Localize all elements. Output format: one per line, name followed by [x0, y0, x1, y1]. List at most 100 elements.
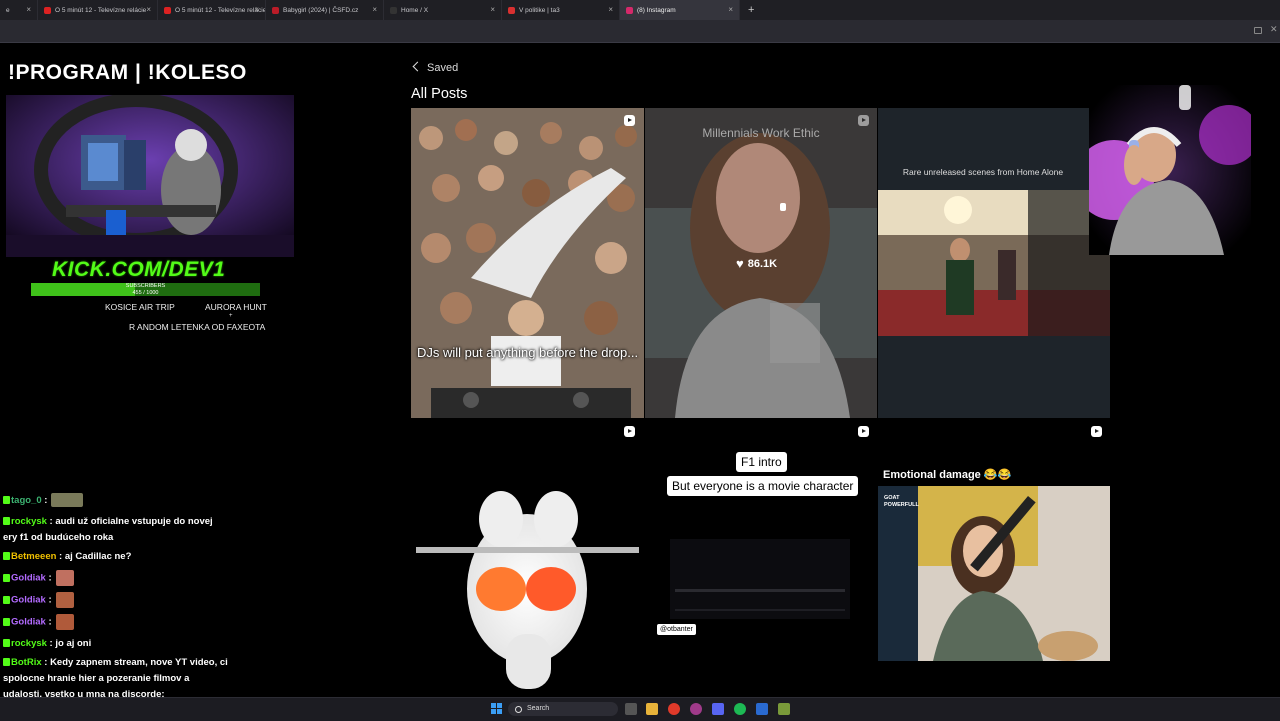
tab-close-icon[interactable]: ×: [372, 0, 377, 20]
reel-icon: [858, 115, 869, 126]
browser-tab[interactable]: e ×: [0, 0, 38, 20]
reel-icon: [1091, 426, 1102, 437]
post-dj-crowd[interactable]: DJs will put anything before the drop...: [411, 108, 644, 418]
app-icon-2[interactable]: [778, 703, 790, 715]
chat-message: rockysk : audi už oficialne vstupuje do …: [3, 514, 228, 546]
task-view-icon[interactable]: [625, 703, 637, 715]
chat-username[interactable]: rockysk: [11, 638, 47, 649]
tab-close-icon[interactable]: ×: [728, 0, 733, 20]
chat-emote: [55, 592, 74, 608]
browser-tab-bar: e × O 5 minút 12 - Televízne relácie × O 5 m…: [0, 0, 1280, 20]
chat-message: Betmeeen : aj Cadillac ne?: [3, 549, 228, 565]
post-emotional-damage[interactable]: Emotional damage 😂😂 GOAT POWERFULL: [878, 419, 1110, 693]
windows-start-icon[interactable]: [491, 703, 502, 714]
stream-title: !PROGRAM | !KOLESO: [8, 61, 247, 84]
tab-close-icon[interactable]: ×: [608, 0, 613, 20]
post-caption-top: F1 intro: [736, 452, 787, 472]
chrome-icon[interactable]: [668, 703, 680, 715]
taskbar-search-input[interactable]: Search: [508, 702, 618, 716]
tab-favicon-icon: [626, 6, 633, 14]
tab-favicon-icon: [164, 6, 171, 14]
chat-message: Goldiak :: [3, 592, 228, 609]
goal-plus: +: [229, 313, 233, 319]
window-icon[interactable]: [1254, 27, 1262, 34]
post-home-alone[interactable]: Rare unreleased scenes from Home Alone: [878, 108, 1110, 418]
close-icon[interactable]: ✕: [1270, 24, 1278, 34]
post-millennials[interactable]: Millennials Work Ethic ♥ 86.1K: [645, 108, 877, 418]
tab-favicon-icon: [272, 6, 279, 14]
kick-badge-icon: [3, 658, 10, 666]
tab-label: Home / X: [401, 6, 429, 14]
discord-icon[interactable]: [712, 703, 724, 715]
tab-close-icon[interactable]: ×: [26, 0, 31, 20]
spotify-icon[interactable]: [734, 703, 746, 715]
browser-tab[interactable]: O 5 minút 12 - Televízne relácie ×: [38, 0, 158, 20]
chat-message: tago_0 :: [3, 493, 228, 509]
chat-username[interactable]: BotRix: [11, 657, 42, 668]
chat-message: Goldiak :: [3, 570, 228, 587]
mouse-cursor: [780, 203, 786, 211]
like-count: ♥ 86.1K: [736, 256, 778, 271]
section-title: All Posts: [411, 86, 468, 102]
browser-tab[interactable]: O 5 minút 12 - Televízne relácie ×: [158, 0, 266, 20]
post-f1-intro[interactable]: F1 intro But everyone is a movie charact…: [645, 419, 877, 693]
tab-close-icon[interactable]: ×: [146, 0, 151, 20]
browser-tab[interactable]: Home / X ×: [384, 0, 502, 20]
new-tab-button[interactable]: +: [748, 4, 754, 16]
tab-label: Babygirl (2024) | ČSFD.cz: [283, 6, 359, 14]
app-icon[interactable]: [756, 703, 768, 715]
post-caption: Rare unreleased scenes from Home Alone: [902, 167, 1064, 177]
windows-taskbar: Search: [0, 697, 1280, 721]
goal-1: KOSICE AIR TRIP: [105, 302, 175, 312]
post-bench-press[interactable]: [411, 419, 644, 693]
browser-toolbar: ✕: [0, 20, 1280, 43]
post-caption: Emotional damage 😂😂: [883, 469, 1012, 481]
goal-2: AURORA HUNT: [205, 302, 267, 312]
tab-label: O 5 minút 12 - Televízne relácie: [55, 6, 147, 14]
podcast-logo: GOAT POWERFULL: [884, 495, 919, 508]
kick-badge-icon: [3, 517, 10, 525]
reel-icon: [624, 115, 635, 126]
kick-badge-icon: [3, 552, 10, 560]
kick-badge-icon: [3, 639, 10, 647]
chat-username[interactable]: Goldiak: [11, 573, 46, 584]
tab-close-icon[interactable]: ×: [490, 0, 495, 20]
file-explorer-icon[interactable]: [646, 703, 658, 715]
subscriber-progress-bar: SUBSCRIBERS 455 / 1000: [31, 283, 260, 296]
kick-badge-icon: [3, 617, 10, 626]
chevron-left-icon: [412, 61, 423, 72]
chat-text: :: [41, 495, 48, 506]
chat-username[interactable]: Betmeeen: [11, 551, 56, 562]
chat-text: : jo aj oni: [46, 638, 92, 649]
chat-username[interactable]: tago_0: [11, 495, 42, 506]
chat-username[interactable]: Goldiak: [11, 595, 46, 606]
post-caption: Millennials Work Ethic: [702, 126, 820, 140]
post-handle: @otbanter: [657, 624, 696, 635]
tab-favicon-icon: [508, 6, 515, 14]
back-to-saved[interactable]: Saved: [412, 61, 458, 74]
chat-message: rockysk : jo aj oni: [3, 636, 228, 652]
search-icon: [515, 706, 522, 713]
chat-emote: [51, 493, 84, 508]
kick-url: KICK.COM/DEV1: [52, 258, 226, 281]
chat-username[interactable]: rockysk: [11, 516, 47, 527]
subscriber-progress-text: SUBSCRIBERS 455 / 1000: [125, 283, 166, 296]
chat-text: :: [45, 594, 52, 606]
tab-label: O 5 minút 12 - Televízne relácie: [175, 6, 266, 14]
browser-profile-icon[interactable]: [690, 703, 702, 715]
tab-close-icon[interactable]: ×: [254, 0, 259, 20]
browser-tab[interactable]: Babygirl (2024) | ČSFD.cz ×: [266, 0, 384, 20]
chat-emote: [55, 614, 74, 630]
chat-username[interactable]: Goldiak: [11, 617, 46, 628]
reel-icon: [624, 426, 635, 437]
heart-icon: ♥: [736, 256, 744, 271]
chat-emote: [55, 570, 74, 586]
browser-tab[interactable]: V politike | ta3 ×: [502, 0, 620, 20]
goal-3: R ANDOM LETENKA OD FAXEOTA: [129, 322, 266, 332]
browser-tab[interactable]: (8) Instagram ×: [620, 0, 740, 20]
post-caption-bottom: But everyone is a movie character: [667, 476, 859, 496]
streamer-room-cam: [6, 95, 294, 257]
tab-label: e: [6, 6, 10, 14]
chat-text: :: [45, 616, 52, 628]
streamer-facecam: [1089, 85, 1251, 255]
